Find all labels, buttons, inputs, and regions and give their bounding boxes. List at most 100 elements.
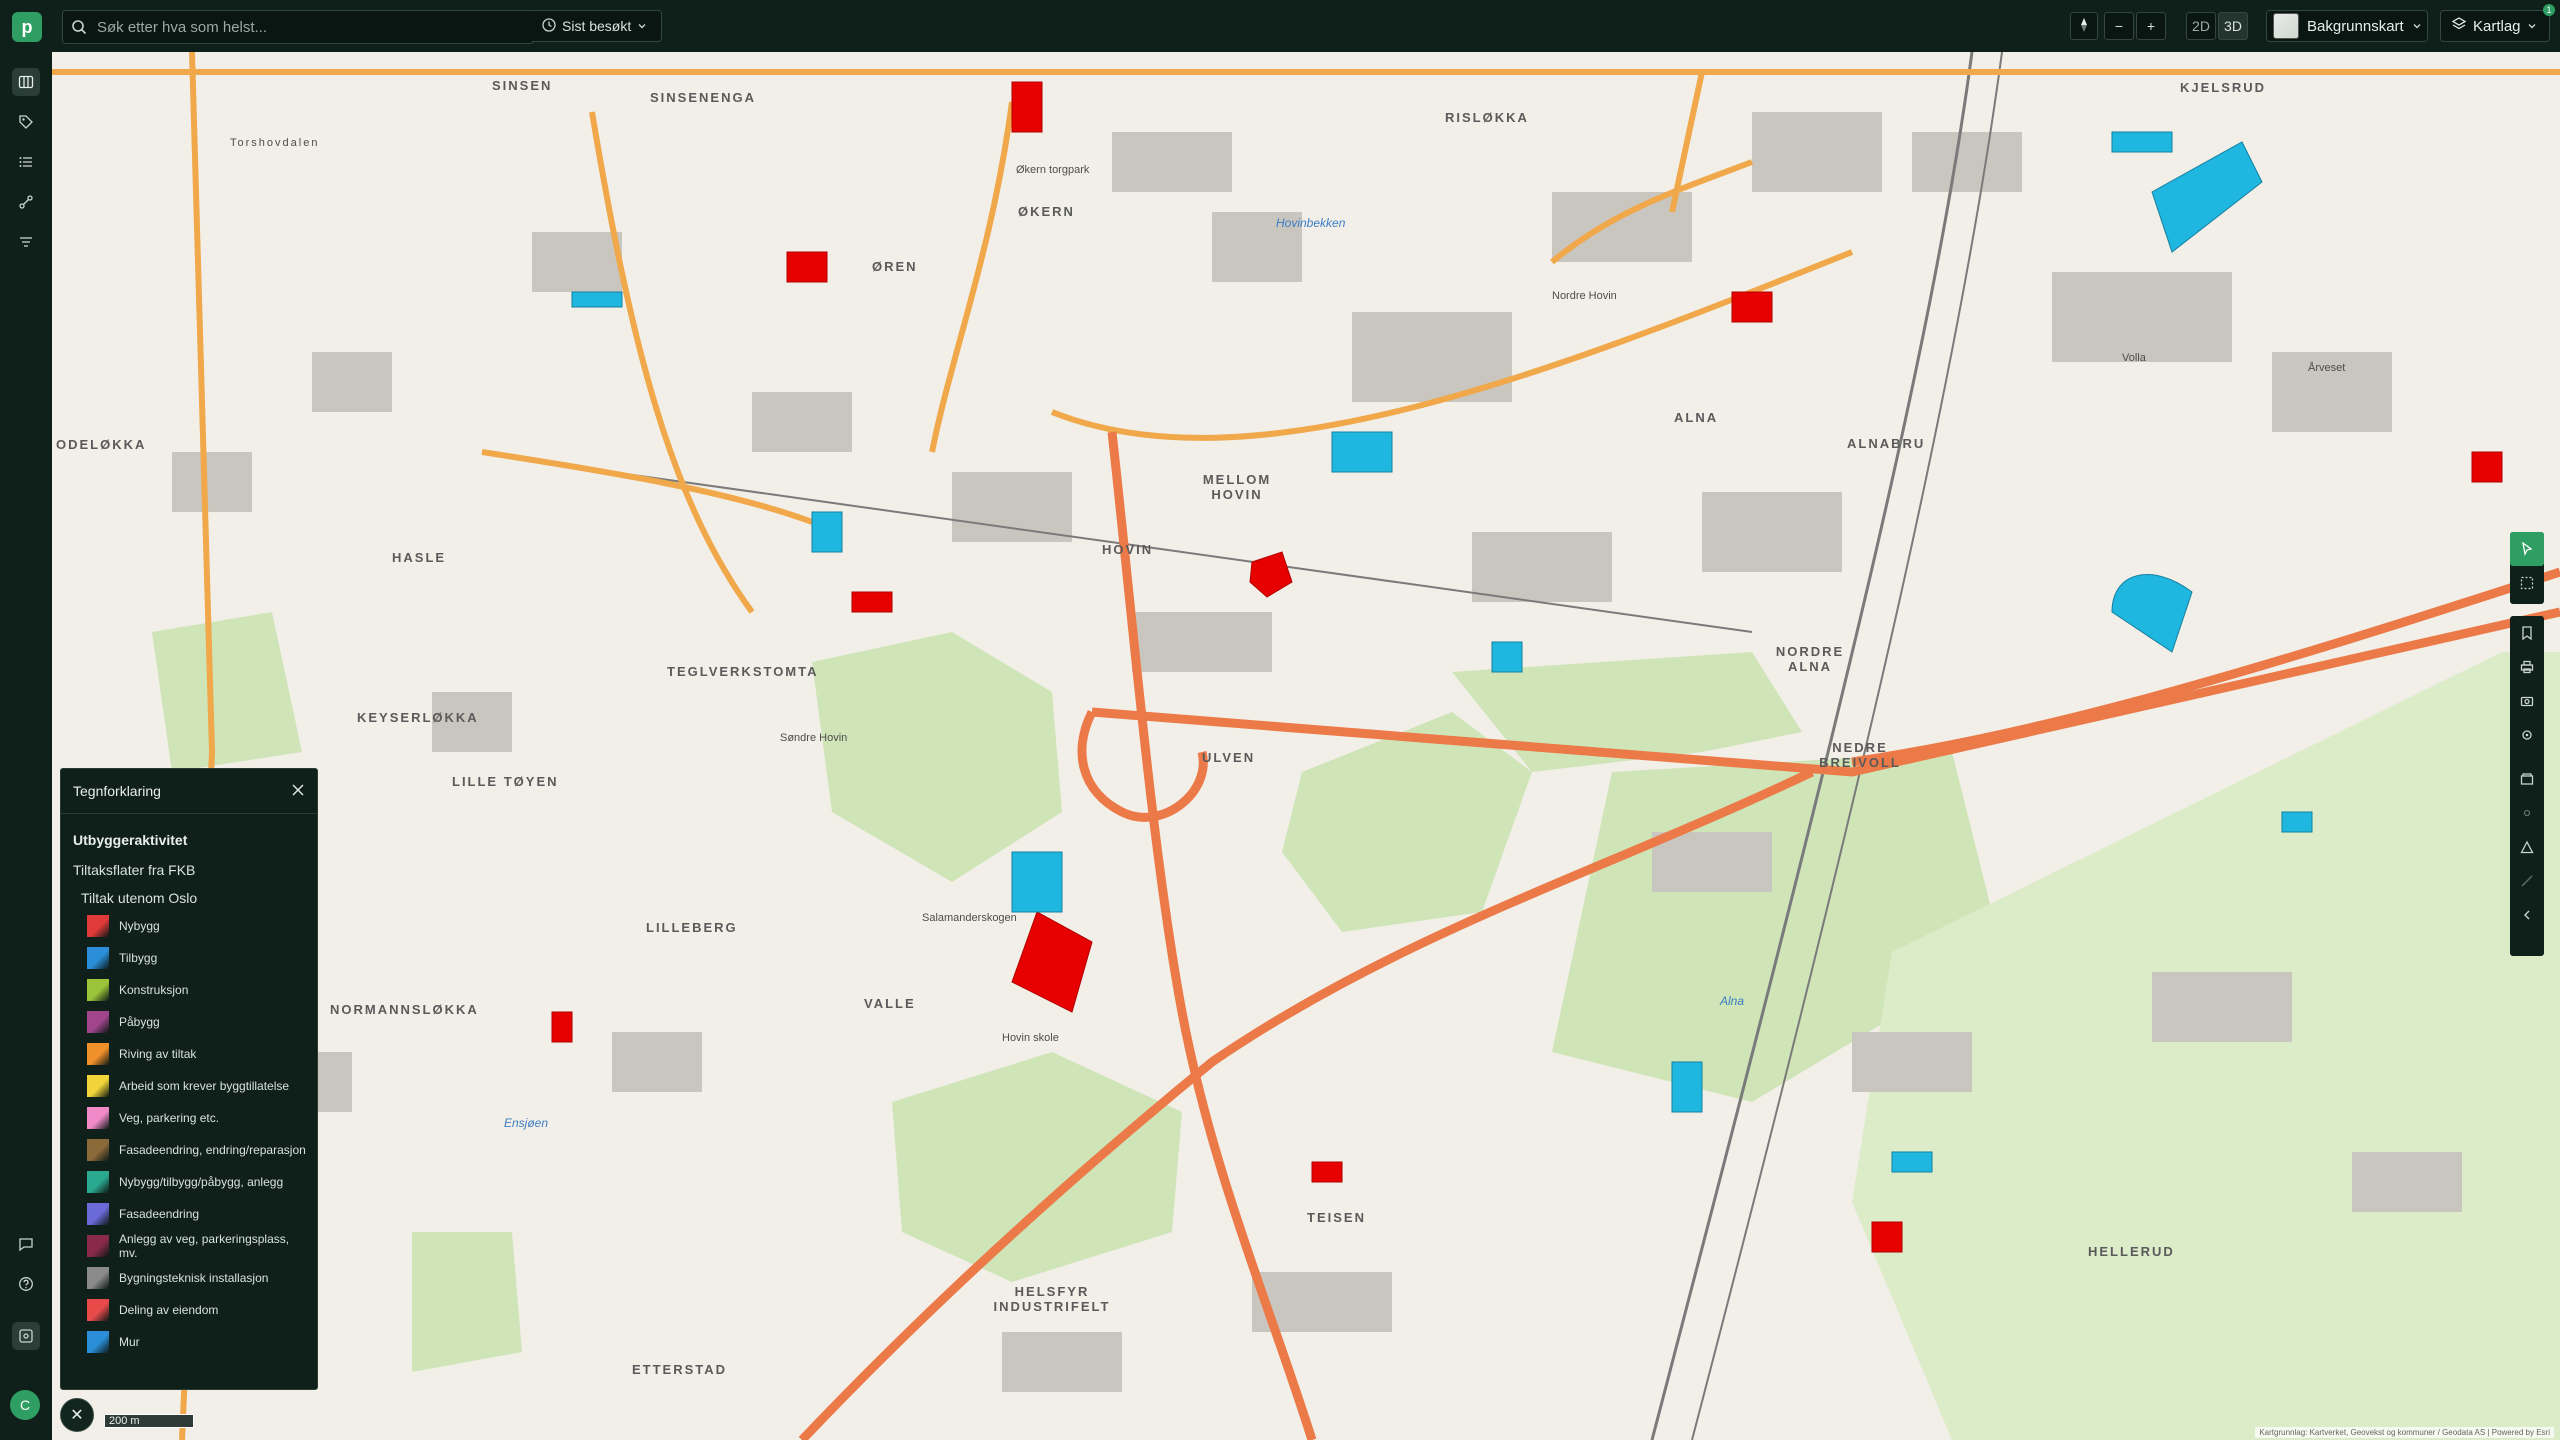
park-area [412, 1232, 522, 1372]
close-icon[interactable]: ✕ [60, 1398, 94, 1432]
dev-parcel-tilbygg [2111, 574, 2193, 653]
map-canvas[interactable]: SINSEN SINSENENGA RISLØKKA KJELSRUD ØKER… [52, 52, 2560, 1440]
filter-icon[interactable] [12, 228, 40, 256]
place-label: HOVIN [1102, 542, 1154, 557]
legend-swatch [87, 1043, 109, 1065]
tag-icon[interactable] [12, 108, 40, 136]
dev-parcel-tilbygg [1011, 851, 1063, 913]
camera-icon[interactable] [2510, 684, 2544, 718]
building [172, 452, 252, 512]
legend-item: Fasadeendring [61, 1198, 317, 1230]
collapse-left-icon[interactable] [2510, 898, 2544, 932]
place-label: Årveset [2308, 362, 2346, 374]
box-select-icon[interactable] [2510, 566, 2544, 600]
place-label: ULVEN [1202, 750, 1256, 765]
legend-item-label: Nybygg [119, 919, 160, 933]
place-label: HELLERUD [2088, 1244, 2175, 1259]
basemap-thumbnail [2273, 13, 2299, 39]
building [2052, 272, 2232, 362]
dev-parcel-nybygg [1731, 291, 1773, 323]
place-label: Hovin skole [1002, 1032, 1059, 1044]
legend-panel: Tegnforklaring Utbyggeraktivitet Tiltaks… [60, 768, 318, 1390]
layers-count-badge: 1 [2543, 4, 2555, 16]
legend-swatch [87, 1203, 109, 1225]
zoom-out-button[interactable]: − [2104, 12, 2134, 40]
map-graphics [52, 52, 2560, 1440]
dev-parcel-tilbygg [1331, 431, 1393, 473]
road [929, 101, 1015, 453]
help-icon[interactable] [12, 1270, 40, 1298]
legend-item: Påbygg [61, 1006, 317, 1038]
place-label: ØREN [872, 259, 918, 274]
legend-swatch [87, 1171, 109, 1193]
place-label: ALNABRU [1847, 436, 1926, 451]
bookmark-icon[interactable] [2510, 616, 2544, 650]
legend-swatch [87, 1267, 109, 1289]
legend-swatch [87, 1107, 109, 1129]
park-area [152, 612, 302, 772]
line-measure-icon[interactable] [2510, 864, 2544, 898]
dev-parcel-nybygg [1011, 911, 1093, 1013]
locate-icon[interactable] [2510, 718, 2544, 752]
chat-icon[interactable] [12, 1230, 40, 1258]
chevron-down-icon [2527, 18, 2537, 35]
place-label: RISLØKKA [1445, 110, 1529, 125]
zoom-in-button[interactable]: + [2136, 12, 2166, 40]
clock-icon [542, 17, 556, 35]
legend-group[interactable]: Tiltaksflater fra FKB [61, 848, 317, 878]
building [612, 1032, 702, 1092]
legend-item: Mur [61, 1326, 317, 1358]
map-icon[interactable] [12, 68, 40, 96]
pointer-icon[interactable] [2510, 532, 2544, 566]
analysis-icon[interactable] [12, 188, 40, 216]
place-label: ETTERSTAD [632, 1362, 728, 1377]
sun-icon[interactable] [2510, 796, 2544, 830]
legend-item-label: Anlegg av veg, parkeringsplass, mv. [119, 1232, 290, 1260]
legend-item-label: Påbygg [119, 1015, 160, 1029]
recent-dropdown[interactable]: Sist besøkt [532, 10, 662, 42]
building [1912, 132, 2022, 192]
dev-parcel-tilbygg [571, 291, 623, 308]
measure-icon[interactable] [2510, 830, 2544, 864]
place-label: HASLE [392, 550, 447, 565]
user-avatar[interactable]: C [10, 1390, 40, 1420]
dev-parcel-nybygg [1249, 551, 1293, 598]
legend-item-label: Veg, parkering etc. [119, 1111, 220, 1125]
park-area [812, 632, 1062, 882]
legend-title: Tegnforklaring [73, 783, 161, 799]
basemap-selector[interactable]: Bakgrunnskart [2266, 10, 2428, 42]
legend-item: Nybygg [61, 910, 317, 942]
legend-subgroup[interactable]: Tiltak utenom Oslo [61, 878, 317, 910]
print-icon[interactable] [2510, 650, 2544, 684]
place-label: TEGLVERKSTOMTA [667, 664, 819, 679]
legend-swatch [87, 1331, 109, 1353]
road [589, 111, 755, 614]
compass-button[interactable] [2070, 12, 2098, 40]
legend-swatch [87, 979, 109, 1001]
dev-parcel-tilbygg [2151, 141, 2263, 253]
mode-2d-button[interactable]: 2D [2186, 12, 2216, 40]
legend-swatch [87, 947, 109, 969]
place-label: ALNA [1674, 410, 1719, 425]
dev-parcel-nybygg [851, 591, 893, 613]
list-icon[interactable] [12, 148, 40, 176]
top-bar: p Sist besøkt − + 2D 3D Bakgrunnskart Ka… [0, 0, 2560, 52]
dev-parcel-nybygg [1871, 1221, 1903, 1253]
place-label: KEYSERLØKKA [357, 710, 479, 725]
settings-icon[interactable] [12, 1322, 40, 1350]
search-input[interactable] [95, 17, 519, 37]
legend-item-label: Fasadeendring, endring/reparasjon [119, 1143, 306, 1157]
dev-parcel-tilbygg [1671, 1061, 1703, 1113]
dev-parcel-nybygg [786, 251, 828, 283]
app-logo[interactable]: p [12, 12, 42, 42]
basemap-label: Bakgrunnskart [2307, 17, 2404, 35]
layers-tool-icon[interactable] [2510, 762, 2544, 796]
place-label: LILLE TØYEN [452, 774, 559, 789]
close-icon[interactable] [291, 783, 305, 800]
building [1002, 1332, 1122, 1392]
search-box[interactable] [62, 10, 534, 44]
layers-button[interactable]: Kartlag [2440, 10, 2550, 42]
road [481, 449, 814, 525]
mode-3d-button[interactable]: 3D [2218, 12, 2248, 40]
legend-section: Utbyggeraktivitet [73, 832, 188, 848]
